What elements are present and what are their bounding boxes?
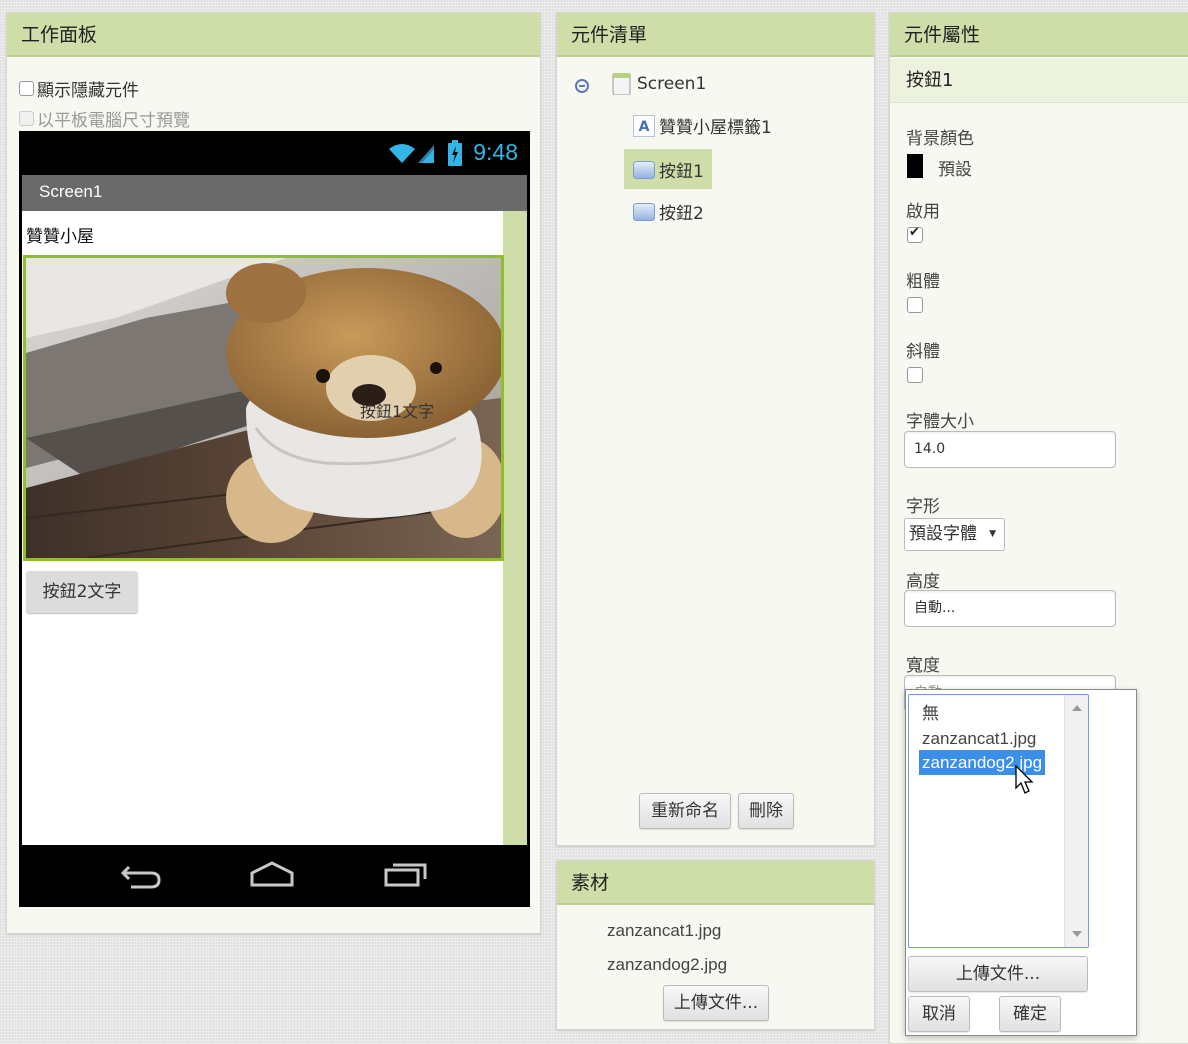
tablet-preview-checkbox-row: 以平板電腦尺寸預覽 — [19, 106, 190, 131]
label-icon: A — [633, 114, 655, 137]
components-panel: 元件清單 Screen1 A 贊贊小屋標籤1 按鈕1 按鈕2 重新命名 刪除 — [556, 12, 875, 846]
list-scrollbar[interactable] — [1064, 695, 1088, 947]
viewer-panel: 工作面板 顯示隱藏元件 以平板電腦尺寸預覽 9:48 Screen1 贊贊小屋 … — [6, 12, 541, 934]
bold-checkbox[interactable] — [907, 297, 923, 313]
image-option-none[interactable]: 無 — [919, 701, 942, 726]
screen-scroll-strip — [503, 211, 527, 845]
properties-title: 元件屬性 — [890, 13, 1188, 57]
wifi-signal-icon — [388, 141, 436, 169]
typeface-label: 字形 — [906, 497, 940, 517]
screen-icon — [612, 73, 631, 95]
selected-component-name: 按鈕1 — [890, 59, 1188, 103]
button-icon — [633, 160, 655, 179]
mouse-pointer-icon — [1015, 764, 1035, 799]
image-button-1-text: 按鈕1文字 — [360, 402, 435, 421]
image-list[interactable]: 無 zanzancat1.jpg zanzandog2.jpg — [908, 694, 1089, 948]
height-label: 高度 — [906, 572, 940, 592]
show-hidden-checkbox-row[interactable]: 顯示隱藏元件 — [19, 76, 139, 101]
show-hidden-label: 顯示隱藏元件 — [37, 81, 139, 101]
label-component[interactable]: 贊贊小屋 — [26, 222, 94, 247]
svg-text:A: A — [639, 119, 650, 135]
italic-checkbox[interactable] — [907, 367, 923, 383]
home-icon[interactable] — [249, 859, 295, 893]
picker-ok-button[interactable]: 確定 — [999, 996, 1061, 1032]
enabled-checkbox[interactable] — [907, 225, 923, 243]
collapse-icon[interactable] — [575, 79, 589, 93]
bg-color-swatch[interactable] — [907, 154, 923, 178]
clock: 9:48 — [473, 139, 518, 165]
screen-title-bar: Screen1 — [22, 175, 527, 211]
bold-label: 粗體 — [906, 272, 940, 292]
tablet-preview-label: 以平板電腦尺寸預覽 — [37, 111, 190, 131]
media-file[interactable]: zanzandog2.jpg — [607, 955, 727, 975]
typeface-value: 預設字體 — [909, 524, 977, 544]
height-input[interactable]: 自動... — [904, 590, 1116, 627]
font-size-label: 字體大小 — [906, 412, 974, 432]
rename-button[interactable]: 重新命名 — [639, 793, 731, 829]
tree-item-screen1[interactable]: Screen1 — [611, 73, 706, 95]
font-size-input[interactable]: 14.0 — [904, 431, 1116, 468]
tree-item-label1[interactable]: A 贊贊小屋標籤1 — [633, 113, 772, 138]
tree-item-label: Screen1 — [637, 74, 707, 94]
viewer-title: 工作面板 — [7, 13, 540, 57]
image-button-1[interactable]: 按鈕1文字 — [23, 255, 504, 561]
tree-item-label: 按鈕1 — [659, 162, 704, 182]
picker-cancel-button[interactable]: 取消 — [908, 996, 970, 1032]
phone-preview: 9:48 Screen1 贊贊小屋 按鈕1文字 按鈕2文字 — [19, 131, 530, 907]
back-icon[interactable] — [119, 861, 163, 895]
tree-item-label: 按鈕2 — [659, 204, 704, 224]
android-nav-bar — [19, 845, 530, 907]
tablet-preview-checkbox — [19, 111, 34, 126]
italic-label: 斜體 — [906, 342, 940, 362]
components-title: 元件清單 — [557, 13, 874, 57]
show-hidden-checkbox[interactable] — [19, 81, 34, 96]
button-2[interactable]: 按鈕2文字 — [26, 571, 138, 613]
bg-color-value[interactable]: 預設 — [938, 155, 972, 180]
tree-item-button1[interactable]: 按鈕1 — [633, 157, 704, 182]
media-title: 素材 — [557, 861, 874, 905]
scroll-up-icon[interactable] — [1072, 705, 1082, 711]
bg-color-label: 背景顏色 — [906, 129, 974, 149]
picker-upload-button[interactable]: 上傳文件... — [908, 956, 1088, 992]
delete-button[interactable]: 刪除 — [738, 793, 794, 829]
screen-canvas: 贊贊小屋 按鈕1文字 按鈕2文字 — [22, 211, 527, 845]
tree-item-label: 贊贊小屋標籤1 — [659, 118, 772, 138]
typeface-select[interactable]: 預設字體 ▼ — [904, 518, 1005, 551]
tree-item-button2[interactable]: 按鈕2 — [633, 199, 704, 224]
dropdown-arrow-icon: ▼ — [989, 529, 996, 539]
battery-icon — [448, 140, 462, 170]
media-upload-button[interactable]: 上傳文件... — [663, 985, 769, 1021]
image-option[interactable]: zanzancat1.jpg — [919, 726, 1039, 751]
status-bar: 9:48 — [19, 131, 530, 175]
media-panel: 素材 zanzancat1.jpg zanzandog2.jpg 上傳文件... — [556, 860, 875, 1030]
media-file[interactable]: zanzancat1.jpg — [607, 921, 721, 941]
width-label: 寬度 — [906, 656, 940, 676]
recent-apps-icon[interactable] — [383, 859, 429, 893]
enabled-label: 啟用 — [906, 202, 940, 222]
button-icon — [633, 202, 655, 221]
image-picker-popup: 無 zanzancat1.jpg zanzandog2.jpg 上傳文件... … — [905, 689, 1137, 1036]
scroll-down-icon[interactable] — [1072, 931, 1082, 937]
